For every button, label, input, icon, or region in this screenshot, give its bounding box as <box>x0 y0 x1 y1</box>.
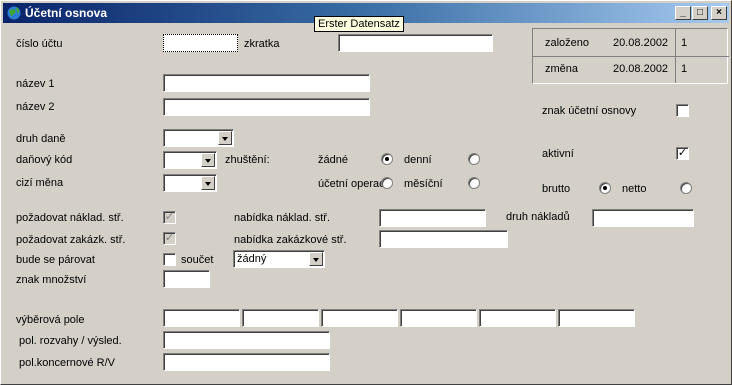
selection-field-1[interactable] <box>163 309 240 327</box>
name2-label: název 2 <box>16 101 55 113</box>
compression-daily-radio[interactable] <box>468 153 480 165</box>
cost-type-field[interactable] <box>592 209 694 227</box>
compression-option-operation-label: účetní operace <box>318 178 391 190</box>
selection-field-4[interactable] <box>400 309 477 327</box>
selection-fields-label: výběrová pole <box>16 314 85 326</box>
window-title: Účetní osnova <box>25 6 108 20</box>
first-record-tooltip: Erster Datensatz <box>314 16 404 32</box>
selection-field-3[interactable] <box>321 309 398 327</box>
maximize-button[interactable]: □ <box>692 6 708 20</box>
gross-radio[interactable] <box>599 182 611 194</box>
selection-field-5[interactable] <box>479 309 556 327</box>
main-window: Účetní osnova _ □ × založeno 20.08.2002 … <box>0 0 732 385</box>
close-button[interactable]: × <box>711 6 727 20</box>
changed-row: změna 20.08.2002 1 <box>533 56 729 83</box>
offer-order-center-label: nabídka zakázkové stř. <box>234 234 347 246</box>
quantity-flag-field[interactable] <box>163 270 210 288</box>
created-date: 20.08.2002 <box>613 37 669 49</box>
selection-field-2[interactable] <box>242 309 319 327</box>
group-item-field[interactable] <box>163 353 330 371</box>
changed-label: změna <box>545 63 579 75</box>
compression-operation-radio[interactable] <box>381 177 393 189</box>
tax-type-select[interactable] <box>163 129 234 147</box>
sum-value: žádný <box>237 253 267 265</box>
balance-item-label: pol. rozvahy / výsled. <box>19 335 122 347</box>
currency-dropdown-icon[interactable] <box>201 176 215 190</box>
app-globe-icon <box>6 5 22 21</box>
group-item-label: pol.koncernové R/V <box>19 357 115 369</box>
selection-field-6[interactable] <box>558 309 635 327</box>
account-number-field[interactable] <box>163 34 238 52</box>
created-row: založeno 20.08.2002 1 <box>533 29 729 56</box>
offer-cost-center-label: nabídka náklad. stř. <box>234 212 331 224</box>
compression-none-radio[interactable] <box>381 153 393 165</box>
info-divider <box>675 29 676 83</box>
chart-flag-label: znak účetní osnovy <box>542 105 637 117</box>
balance-item-field[interactable] <box>163 331 330 349</box>
changed-date: 20.08.2002 <box>613 63 669 75</box>
tax-type-label: druh daně <box>16 133 66 145</box>
created-label: založeno <box>545 37 590 49</box>
name1-label: název 1 <box>16 78 55 90</box>
compression-option-daily-label: denní <box>404 154 432 166</box>
compression-label: zhuštění: <box>225 154 270 166</box>
name2-field[interactable] <box>163 98 370 116</box>
tax-code-dropdown-icon[interactable] <box>201 153 215 167</box>
cost-type-label: druh nákladů <box>506 211 570 223</box>
account-number-label: číslo účtu <box>16 38 63 50</box>
sum-label: součet <box>181 254 214 266</box>
currency-label: cizí měna <box>16 177 64 189</box>
require-cost-center-checkbox[interactable]: ✓ <box>163 211 176 224</box>
active-label: aktivní <box>542 148 574 160</box>
tax-type-dropdown-icon[interactable] <box>218 131 232 145</box>
created-count: 1 <box>681 37 688 49</box>
compression-option-none-label: žádné <box>318 154 348 166</box>
chart-flag-checkbox[interactable] <box>676 104 689 117</box>
require-cost-center-label: požadovat náklad. stř. <box>16 212 124 224</box>
compression-monthly-radio[interactable] <box>468 177 480 189</box>
record-info-box: založeno 20.08.2002 1 změna 20.08.2002 1 <box>532 28 729 84</box>
require-order-center-checkbox[interactable]: ✓ <box>163 232 176 245</box>
abbreviation-field[interactable] <box>338 34 493 52</box>
tax-code-label: daňový kód <box>16 154 73 166</box>
gross-label: brutto <box>542 183 571 195</box>
offer-cost-center-field[interactable] <box>379 209 486 227</box>
paired-label: bude se párovat <box>16 254 95 266</box>
abbreviation-label: zkratka <box>244 38 280 50</box>
currency-select[interactable] <box>163 174 217 192</box>
minimize-button[interactable]: _ <box>675 6 691 20</box>
active-checkbox[interactable]: ✓ <box>676 147 689 160</box>
quantity-flag-label: znak množství <box>16 274 87 286</box>
sum-dropdown-icon[interactable] <box>309 252 323 266</box>
compression-option-monthly-label: měsíční <box>404 178 443 190</box>
paired-checkbox[interactable] <box>163 253 176 266</box>
sum-select[interactable]: žádný <box>233 250 325 268</box>
name1-field[interactable] <box>163 74 370 92</box>
changed-count: 1 <box>681 63 688 75</box>
require-order-center-label: požadovat zakázk. stř. <box>16 234 126 246</box>
tax-code-select[interactable] <box>163 151 217 169</box>
net-label: netto <box>622 183 647 195</box>
offer-order-center-field[interactable] <box>379 230 508 248</box>
net-radio[interactable] <box>680 182 692 194</box>
